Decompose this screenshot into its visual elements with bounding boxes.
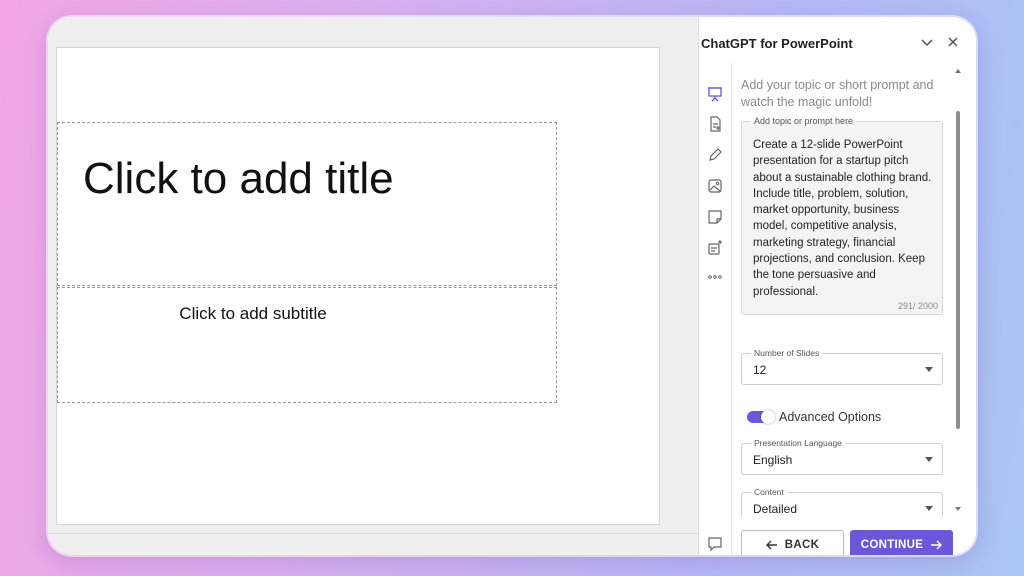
caret-down-icon [925,506,933,511]
content-value: Detailed [753,502,798,516]
presentation-language-value: English [753,453,793,467]
subtitle-placeholder[interactable]: Click to add subtitle [57,287,557,403]
content-label: Content [751,487,787,497]
task-pane-header: ChatGPT for PowerPoint [699,17,976,63]
chatgpt-task-pane: ChatGPT for PowerPoint Add your topic or… [698,17,976,555]
presentation-language-select[interactable]: Presentation Language English [741,438,943,475]
advanced-options-toggle[interactable] [747,410,775,424]
continue-button-label: CONTINUE [860,539,924,551]
toggle-knob [761,410,775,424]
prompt-label: Add topic or prompt here [751,116,857,126]
subtitle-placeholder-text[interactable]: Click to add subtitle [58,304,448,324]
close-icon[interactable] [943,32,963,52]
presentation-icon[interactable] [706,85,724,103]
number-of-slides-select[interactable]: Number of Slides 12 [741,348,943,385]
document-add-icon[interactable] [706,115,724,133]
slide-canvas: Click to add title Click to add subtitle [48,17,698,555]
more-icon[interactable] [706,268,724,286]
back-button[interactable]: BACK [741,530,844,555]
caret-down-icon [925,367,933,372]
sticky-note-icon[interactable] [706,208,724,226]
form-scrollbar[interactable] [954,67,962,517]
task-pane-title: ChatGPT for PowerPoint [701,36,853,51]
number-of-slides-label: Number of Slides [751,348,823,358]
continue-button[interactable]: CONTINUE [850,530,953,555]
form-content: Add your topic or short prompt and watch… [731,63,976,555]
presentation-language-label: Presentation Language [751,438,845,448]
caret-down-icon [925,457,933,462]
advanced-options-label: Advanced Options [779,410,882,424]
back-button-label: BACK [784,539,820,551]
image-icon[interactable] [706,177,724,195]
scrollbar-thumb[interactable] [956,111,960,429]
advanced-options-row: Advanced Options [747,407,947,427]
scroll-up-icon[interactable] [955,69,961,73]
chevron-down-icon[interactable] [917,32,937,52]
canvas-divider [48,533,698,534]
icon-rail [699,63,732,555]
arrow-left-icon [765,540,777,550]
arrow-right-icon [931,540,943,550]
character-counter: 291/ 2000 [897,301,938,311]
number-of-slides-value: 12 [753,363,767,377]
scroll-down-icon[interactable] [955,507,961,511]
app-window: Click to add title Click to add subtitle… [48,17,976,555]
edit-list-icon[interactable] [706,239,724,257]
title-placeholder-text[interactable]: Click to add title [83,154,394,204]
prompt-textarea[interactable]: Add topic or prompt here Create a 12-sli… [741,116,943,315]
intro-text: Add your topic or short prompt and watch… [741,78,934,109]
title-placeholder[interactable] [57,122,557,286]
pencil-icon[interactable] [706,146,724,164]
feedback-icon[interactable] [706,535,724,553]
content-select[interactable]: Content Detailed [741,487,943,517]
slide: Click to add title Click to add subtitle [56,47,660,525]
prompt-text[interactable]: Create a 12-slide PowerPoint presentatio… [753,137,935,300]
